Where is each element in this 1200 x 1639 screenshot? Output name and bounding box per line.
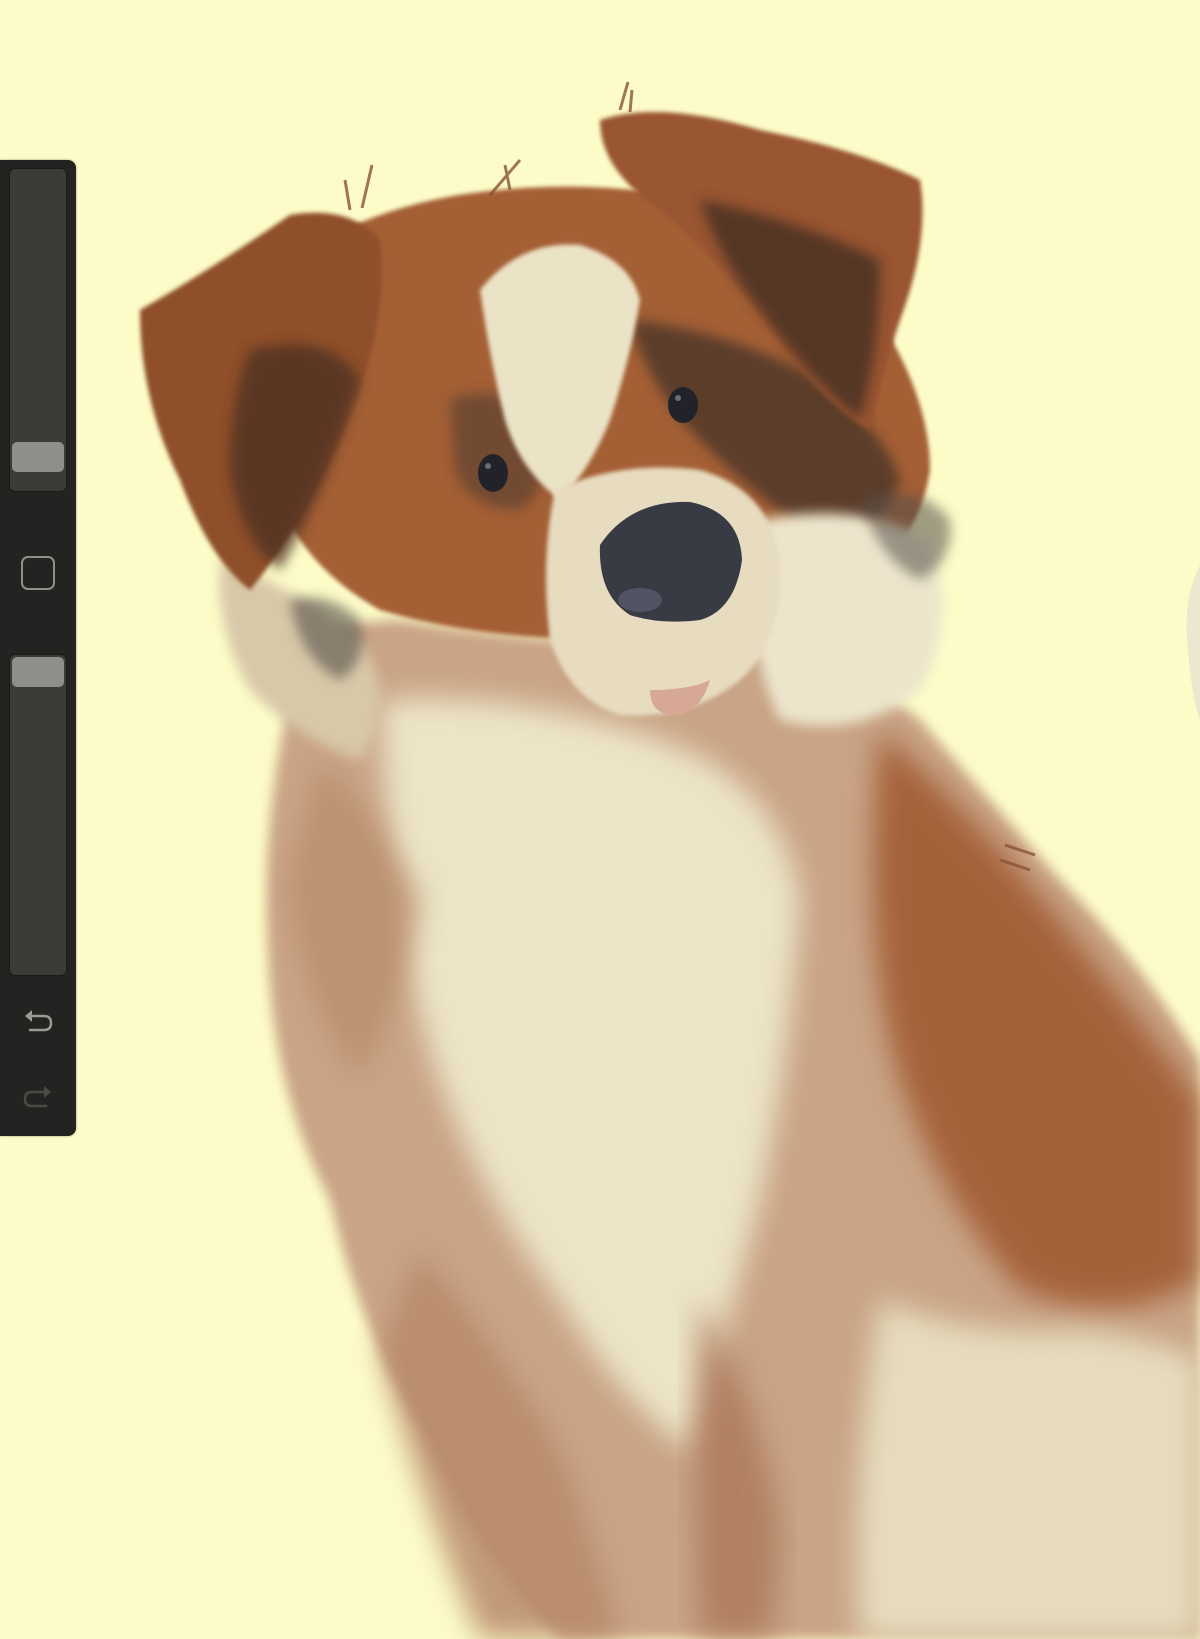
opacity-thumb[interactable] xyxy=(12,657,64,687)
undo-icon xyxy=(25,1010,53,1032)
redo-icon xyxy=(23,1086,51,1108)
dog-eye-right-shine xyxy=(675,395,681,401)
redo-button[interactable] xyxy=(18,1078,58,1118)
dog-artwork xyxy=(0,0,1200,1639)
dog-leg-cream xyxy=(857,1300,1200,1639)
undo-button[interactable] xyxy=(18,1002,58,1042)
brush-sidebar xyxy=(0,160,76,1136)
brush-size-thumb[interactable] xyxy=(12,441,64,472)
brush-size-slider[interactable] xyxy=(9,168,67,492)
opacity-slider[interactable] xyxy=(9,654,67,976)
dog-eye-left xyxy=(478,454,508,492)
modify-button[interactable] xyxy=(21,556,55,590)
drawing-canvas[interactable] xyxy=(0,0,1200,1639)
dog-eye-right xyxy=(668,387,698,423)
dog-eye-left-shine xyxy=(485,463,491,469)
dog-nostril-highlight xyxy=(618,588,662,612)
